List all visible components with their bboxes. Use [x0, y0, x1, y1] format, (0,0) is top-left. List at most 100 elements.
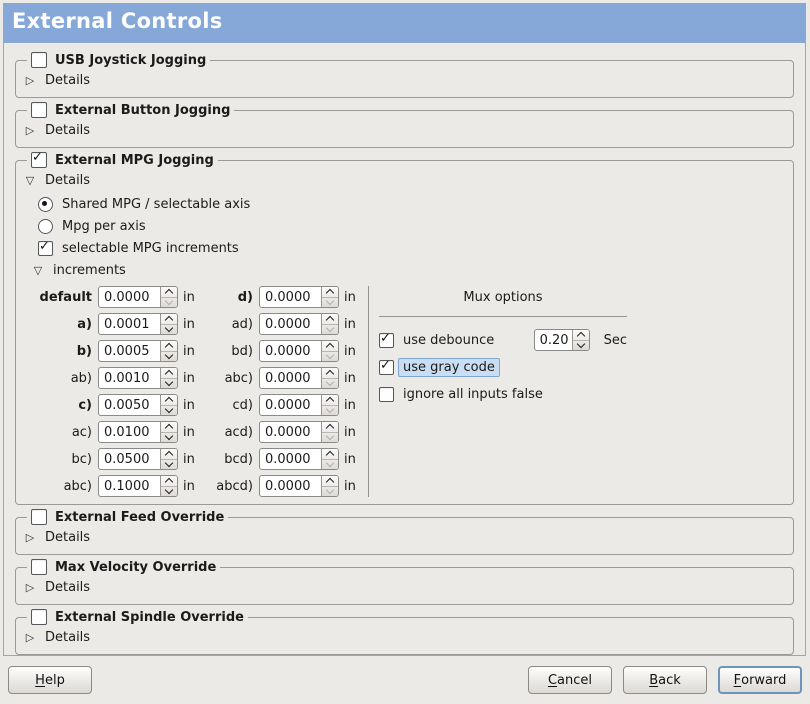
expander-closed-icon: ▷: [24, 125, 36, 136]
details-expander-feed_override[interactable]: ▷Details: [24, 525, 787, 549]
unit-label: in: [178, 452, 199, 467]
increment-label: abc): [199, 371, 259, 386]
spin-down-button[interactable]: [161, 406, 177, 416]
chevron-up-icon: [165, 478, 173, 486]
radio-shared-mpg[interactable]: [38, 197, 53, 212]
spinbox-value[interactable]: 0.0000: [260, 287, 321, 307]
spinbox-value[interactable]: 0.0000: [260, 341, 321, 361]
increments-expander[interactable]: ▽increments: [32, 259, 787, 281]
spin-down-button[interactable]: [322, 460, 338, 470]
section-checkbox-usb_joystick[interactable]: [31, 52, 47, 68]
section-legend: Max Velocity Override: [27, 559, 220, 575]
mux-checkbox-0[interactable]: ✓: [379, 333, 394, 348]
unit-label: in: [339, 344, 360, 359]
spin-down-button[interactable]: [322, 298, 338, 308]
spinbox-value[interactable]: 0.1000: [99, 476, 160, 496]
section-checkbox-feed_override[interactable]: [31, 509, 47, 525]
spin-down-button[interactable]: [161, 298, 177, 308]
spin-down-button[interactable]: [322, 352, 338, 362]
section-checkbox-max_velocity[interactable]: [31, 559, 47, 575]
back-button[interactable]: Back: [623, 666, 707, 694]
chevron-down-icon: [326, 432, 334, 440]
spinbox-value[interactable]: 0.20: [535, 330, 572, 350]
radio-label: Mpg per axis: [62, 219, 146, 234]
spinbox-value[interactable]: 0.0000: [260, 422, 321, 442]
spinbox-value[interactable]: 0.0000: [99, 287, 160, 307]
cancel-button[interactable]: Cancel: [528, 666, 612, 694]
spinbox-value[interactable]: 0.0001: [99, 314, 160, 334]
spin-down-button[interactable]: [322, 379, 338, 389]
increment-spinbox: 0.0000: [259, 313, 339, 335]
spin-down-button[interactable]: [322, 406, 338, 416]
spinbox-value[interactable]: 0.0000: [260, 314, 321, 334]
spin-down-button[interactable]: [322, 325, 338, 335]
details-expander-usb_joystick[interactable]: ▷Details: [24, 68, 787, 92]
spinbox-steppers: [160, 341, 177, 361]
spin-down-button[interactable]: [322, 487, 338, 497]
unit-label: in: [178, 344, 199, 359]
details-expander-spindle_override[interactable]: ▷Details: [24, 625, 787, 649]
increment-spinbox: 0.0000: [259, 448, 339, 470]
radio-label: Shared MPG / selectable axis: [62, 197, 250, 212]
spinbox-value[interactable]: 0.0005: [99, 341, 160, 361]
spinbox-value[interactable]: 0.0010: [99, 368, 160, 388]
spin-down-button[interactable]: [161, 487, 177, 497]
section-checkbox-ext_button[interactable]: [31, 102, 47, 118]
mux-checkbox-2[interactable]: [379, 387, 394, 402]
details-expander-ext_mpg[interactable]: ▽Details: [24, 168, 787, 192]
increment-row: ac)0.0100inacd)0.0000in: [32, 421, 360, 443]
spinbox-value[interactable]: 0.0000: [260, 449, 321, 469]
spinbox-value[interactable]: 0.0000: [260, 395, 321, 415]
increment-label: a): [32, 317, 98, 332]
spinbox-value[interactable]: 0.0000: [260, 476, 321, 496]
mpg-details-body: Shared MPG / selectable axis Mpg per axis…: [24, 192, 787, 499]
spinbox-steppers: [321, 395, 338, 415]
spinbox-value[interactable]: 0.0100: [99, 422, 160, 442]
chevron-up-icon: [165, 370, 173, 378]
increment-row: ab)0.0010inabc)0.0000in: [32, 367, 360, 389]
chevron-up-icon: [326, 343, 334, 351]
chevron-up-icon: [165, 397, 173, 405]
spinbox-value[interactable]: 0.0050: [99, 395, 160, 415]
spin-down-button[interactable]: [161, 379, 177, 389]
chevron-down-icon: [326, 486, 334, 494]
section-checkbox-ext_mpg[interactable]: ✓: [31, 152, 47, 168]
debounce-spinbox: 0.20: [534, 329, 590, 351]
increment-label: d): [199, 290, 259, 305]
section-checkbox-spindle_override[interactable]: [31, 609, 47, 625]
details-expander-ext_button[interactable]: ▷Details: [24, 118, 787, 142]
spin-down-button[interactable]: [161, 352, 177, 362]
spinbox-steppers: [160, 476, 177, 496]
chevron-up-icon: [326, 289, 334, 297]
spinbox-steppers: [321, 449, 338, 469]
section-title: External Spindle Override: [55, 610, 244, 625]
mux-options-title: Mux options: [379, 286, 627, 311]
chevron-up-icon: [326, 424, 334, 432]
selectable-increments-checkbox[interactable]: ✓: [38, 241, 53, 256]
section-ext_mpg: ✓External MPG Jogging▽DetailsShared MPG …: [15, 152, 794, 505]
spin-down-button[interactable]: [161, 325, 177, 335]
unit-label: in: [178, 398, 199, 413]
help-button[interactable]: Help: [8, 666, 92, 694]
chevron-down-icon: [165, 432, 173, 440]
increment-row: default0.0000ind)0.0000in: [32, 286, 360, 308]
forward-button[interactable]: Forward: [718, 666, 802, 694]
increment-row: a)0.0001inad)0.0000in: [32, 313, 360, 335]
increment-label: c): [32, 398, 98, 413]
chevron-down-icon: [165, 351, 173, 359]
spinbox-value[interactable]: 0.0000: [260, 368, 321, 388]
radio-mpg-per-axis[interactable]: [38, 219, 53, 234]
spinbox-value[interactable]: 0.0500: [99, 449, 160, 469]
unit-label: in: [339, 290, 360, 305]
spinbox-steppers: [321, 476, 338, 496]
increment-spinbox: 0.0500: [98, 448, 178, 470]
spin-down-button[interactable]: [573, 341, 589, 351]
details-expander-max_velocity[interactable]: ▷Details: [24, 575, 787, 599]
mux-checkbox-1[interactable]: ✓: [379, 360, 394, 375]
spin-down-button[interactable]: [161, 433, 177, 443]
section-legend: ✓External MPG Jogging: [27, 152, 218, 168]
spin-down-button[interactable]: [161, 460, 177, 470]
spin-down-button[interactable]: [322, 433, 338, 443]
unit-label: in: [178, 479, 199, 494]
increment-row: b)0.0005inbd)0.0000in: [32, 340, 360, 362]
